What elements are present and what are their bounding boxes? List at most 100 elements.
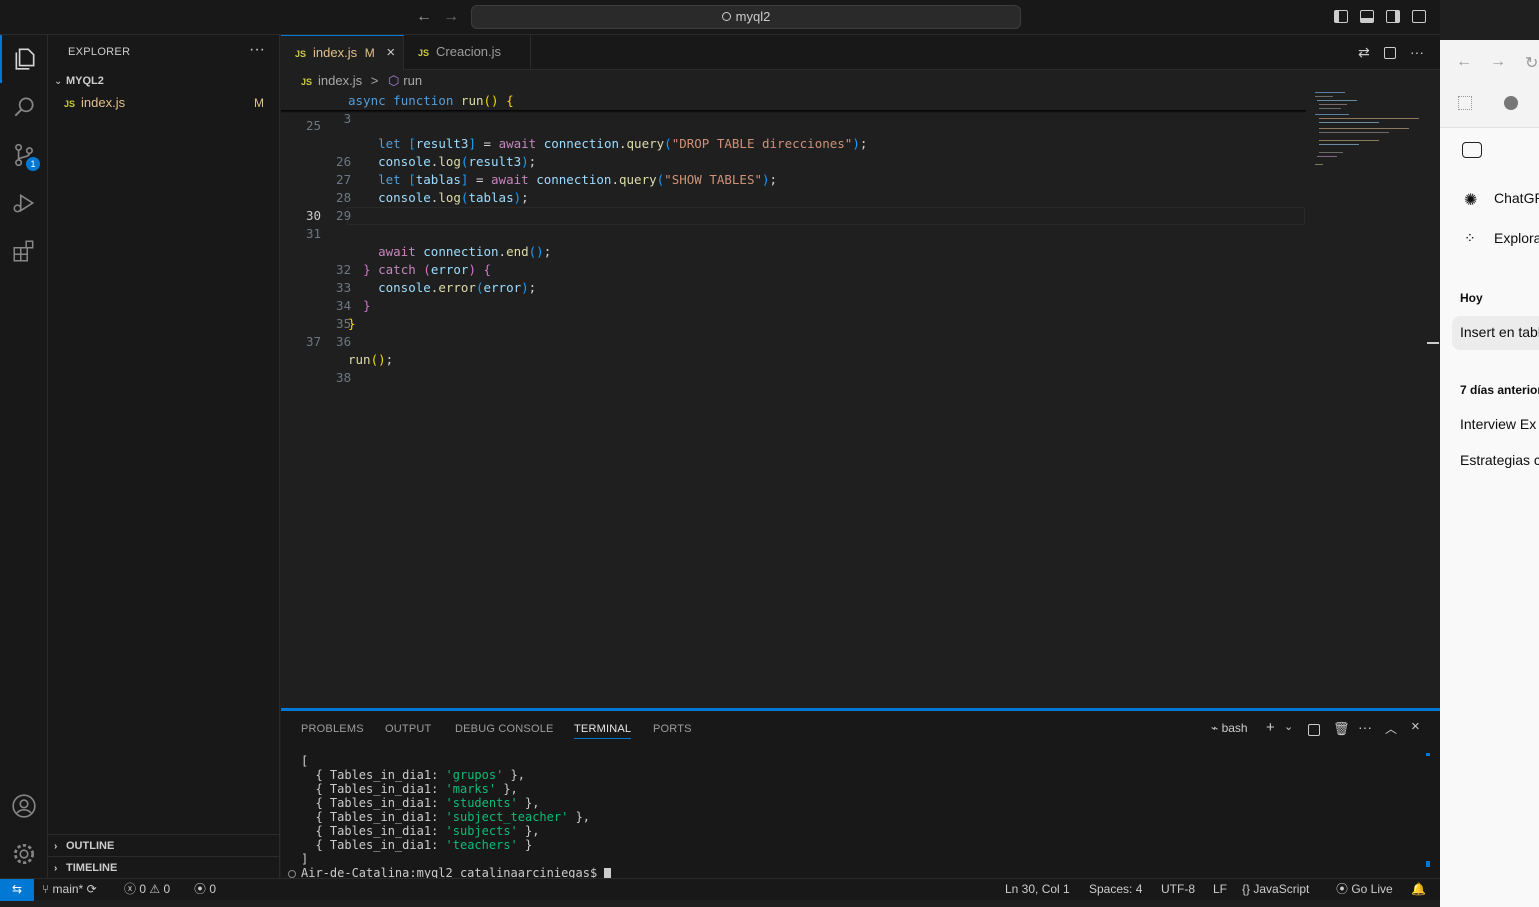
toggle-panel-icon[interactable]: [1360, 10, 1374, 23]
history-item[interactable]: Estrategias c: [1460, 452, 1539, 468]
close-icon[interactable]: ×: [386, 44, 395, 61]
forward-arrow-icon[interactable]: →: [443, 8, 459, 26]
search-icon: [721, 12, 731, 21]
more-actions-icon[interactable]: ···: [1410, 44, 1424, 60]
accounts-activity[interactable]: [0, 782, 48, 830]
error-icon: ⓧ: [124, 882, 140, 896]
new-terminal-icon[interactable]: +: [1266, 719, 1275, 736]
chevron-down-icon[interactable]: ⌄: [1284, 720, 1293, 733]
extensions-activity[interactable]: [0, 227, 48, 275]
go-live-button[interactable]: ⦿ Go Live: [1336, 879, 1393, 900]
open-changes-icon[interactable]: ⇄: [1358, 44, 1370, 61]
problems-indicator[interactable]: ⓧ 0 ⚠ 0: [124, 879, 170, 900]
sticky-scroll-line[interactable]: 3 async function run() {: [281, 92, 1306, 126]
chatgpt-logo-icon: ✺: [1464, 192, 1478, 209]
branch-indicator[interactable]: ⑂ main* ⟳: [42, 879, 97, 900]
code-line: 34 console.error(error);: [336, 280, 537, 313]
toggle-primary-sidebar-icon[interactable]: [1334, 10, 1348, 23]
scrollbar-marker: [1426, 753, 1430, 756]
tab-output[interactable]: OUTPUT: [385, 723, 431, 735]
line-ending[interactable]: LF: [1213, 879, 1227, 900]
customize-layout-icon[interactable]: [1412, 10, 1426, 23]
code-editor[interactable]: 3 async function run() { 25 26 let [resu…: [281, 92, 1440, 708]
braces-icon: {}: [1242, 882, 1254, 896]
browser-toolbar: ← → ↻: [1440, 40, 1539, 128]
breadcrumb-symbol[interactable]: run: [403, 73, 422, 88]
maximize-panel-icon[interactable]: ︿: [1385, 720, 1397, 737]
history-section-today: Hoy: [1460, 291, 1483, 305]
tab-terminal[interactable]: TERMINAL: [574, 723, 632, 739]
forward-arrow-icon[interactable]: →: [1490, 53, 1506, 71]
search-activity[interactable]: [0, 83, 48, 131]
indentation[interactable]: Spaces: 4: [1089, 879, 1142, 900]
files-icon: [15, 48, 35, 70]
sidebar-toggle-icon[interactable]: [1462, 142, 1482, 158]
title-bar: ← → myql2: [0, 0, 1440, 35]
explore-grid-icon: ⁘: [1464, 230, 1476, 246]
more-actions-icon[interactable]: ···: [1358, 719, 1372, 735]
sidebar-item-explorar[interactable]: Explorar: [1494, 230, 1539, 246]
tab-index-js[interactable]: JS index.js M ×: [281, 35, 404, 70]
trash-icon[interactable]: 🗑: [1333, 721, 1350, 737]
activity-bar: 1: [0, 35, 48, 878]
explorer-activity[interactable]: [0, 35, 48, 83]
tab-debug-console[interactable]: DEBUG CONSOLE: [455, 723, 554, 735]
code-line: 36 }: [336, 316, 356, 349]
broadcast-icon: ⦿: [194, 882, 210, 896]
js-file-icon: JS: [295, 49, 307, 59]
grid-icon[interactable]: [1458, 96, 1472, 110]
explorer-sidebar: EXPLORER ··· ⌄ MYQL2 JS index.js M › OUTLIN…: [48, 35, 280, 878]
breadcrumb: JS index.js > ⬡ run: [281, 70, 1440, 92]
sidebar-item-chatgpt[interactable]: ChatGPT: [1494, 190, 1539, 206]
outline-section[interactable]: › OUTLINE: [48, 834, 280, 856]
search-icon: [14, 97, 34, 117]
tab-creacion-js[interactable]: JS Creacion.js: [404, 35, 531, 70]
split-terminal-icon[interactable]: [1308, 724, 1320, 736]
code-line: 28 let [tablas] = await connection.query…: [336, 172, 778, 205]
terminal-shell-selector[interactable]: ⌁ bash: [1211, 721, 1248, 735]
manage-activity[interactable]: [0, 830, 48, 878]
scrollbar-marker: [1426, 861, 1430, 867]
sync-icon: ⟳: [86, 882, 97, 896]
command-center-search[interactable]: myql2: [471, 5, 1021, 29]
run-debug-activity[interactable]: [0, 179, 48, 227]
encoding[interactable]: UTF-8: [1161, 879, 1195, 900]
warning-icon: ⚠: [149, 882, 164, 896]
minimap[interactable]: [1311, 92, 1431, 172]
source-control-activity[interactable]: 1: [0, 131, 48, 179]
account-icon: [12, 794, 36, 818]
editor-tabs: JS index.js M × JS Creacion.js ⇄ ···: [281, 35, 1440, 70]
remote-indicator-icon[interactable]: ⇆: [0, 879, 34, 901]
file-index-js[interactable]: JS index.js M: [48, 92, 280, 114]
history-item[interactable]: Insert en tabla: [1460, 324, 1539, 340]
code-line-current: 30: [305, 208, 321, 223]
toggle-secondary-sidebar-icon[interactable]: [1386, 10, 1400, 23]
code-line: 32 await connection.end();: [336, 244, 552, 277]
globe-icon[interactable]: [1504, 96, 1518, 110]
ports-indicator[interactable]: ⦿ 0: [194, 879, 216, 900]
history-item[interactable]: Interview Ex: [1460, 416, 1536, 432]
code-line: 26 let [result3] = await connection.quer…: [336, 136, 868, 169]
explorer-title: EXPLORER: [68, 46, 131, 58]
folder-myql2[interactable]: ⌄ MYQL2: [48, 69, 280, 91]
reload-icon[interactable]: ↻: [1525, 53, 1538, 73]
more-actions-icon[interactable]: ···: [249, 41, 265, 59]
back-arrow-icon[interactable]: ←: [1456, 53, 1472, 71]
close-panel-icon[interactable]: ×: [1411, 718, 1420, 735]
cursor-position[interactable]: Ln 30, Col 1: [1005, 879, 1070, 900]
modified-badge: M: [364, 46, 375, 60]
back-arrow-icon[interactable]: ←: [416, 8, 432, 26]
split-editor-icon[interactable]: [1384, 47, 1396, 59]
language-mode[interactable]: {} JavaScript: [1242, 879, 1309, 900]
code-line: 27 console.log(result3);: [336, 154, 537, 187]
tab-ports[interactable]: PORTS: [653, 723, 692, 735]
bell-icon[interactable]: 🔔: [1411, 879, 1426, 900]
chevron-down-icon: ⌄: [54, 76, 63, 87]
timeline-section[interactable]: › TIMELINE: [48, 856, 280, 878]
sticky-scroll-shadow: [281, 110, 1306, 113]
scrollbar-marker: [1427, 342, 1439, 344]
js-file-icon: JS: [301, 77, 313, 87]
branch-icon: ⑂: [42, 882, 53, 896]
tab-problems[interactable]: PROBLEMS: [301, 723, 364, 735]
breadcrumb-file[interactable]: index.js: [318, 73, 362, 88]
